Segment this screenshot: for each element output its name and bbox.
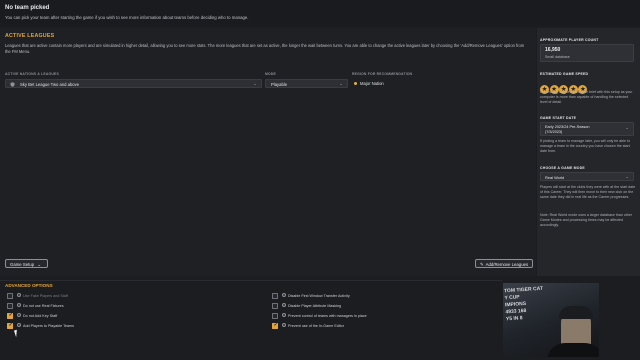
info-icon[interactable]: i — [17, 303, 21, 308]
mode-select-value: Playable — [271, 81, 288, 87]
option-label: Disable Player Attribute Masking — [288, 303, 342, 308]
game-mode-select[interactable]: Real World ⌄ — [540, 172, 634, 181]
start-date-line1: Early 2023/24 Pre-Season — [545, 124, 590, 129]
region-dot-icon — [354, 81, 357, 85]
start-date-title: GAME START DATE — [540, 116, 577, 120]
game-mode-value: Real World — [545, 174, 565, 180]
team-title: No team picked — [5, 5, 50, 11]
active-leagues-description: Leagues that are active contain more pla… — [5, 43, 525, 54]
option-label: Use Fake Players and Staff — [23, 293, 68, 298]
chevron-down-icon: ⌄ — [625, 174, 629, 179]
player-count-box: 16,950 Small database — [540, 44, 634, 62]
game-mode-description: Players will start at the clubs they wer… — [540, 185, 636, 199]
info-icon[interactable]: i — [282, 323, 286, 328]
option-label: Do not use Real Fixtures — [23, 303, 64, 308]
checkbox[interactable] — [7, 303, 13, 309]
checkbox[interactable] — [272, 303, 278, 309]
info-icon[interactable]: i — [282, 293, 286, 298]
active-leagues-title: ACTIVE LEAGUES — [5, 33, 55, 39]
team-subtitle: You can pick your team after starting th… — [5, 15, 249, 20]
col-region-header: REGION FOR RECOMMENDATION — [352, 72, 413, 76]
col-nations-header: ACTIVE NATIONS & LEAGUES — [5, 72, 59, 76]
webcam-poster-text: TOM TIGER CAT Y CUP IMPIONS 4933 168 Y5 … — [503, 285, 544, 323]
col-mode-header: MODE — [265, 72, 276, 76]
start-date-description: If picking a team to manage later, you w… — [540, 139, 631, 153]
info-icon[interactable]: i — [17, 323, 21, 328]
start-date-select[interactable]: Early 2023/24 Pre-Season (7/3/2023) ⌄ — [540, 122, 634, 136]
start-date-line2: (7/3/2023) — [545, 129, 563, 134]
streamer-cap — [559, 306, 593, 319]
webcam-overlay: TOM TIGER CAT Y CUP IMPIONS 4933 168 Y5 … — [503, 283, 599, 357]
leagues-panel — [0, 28, 536, 276]
chevron-down-icon: ⌄ — [339, 81, 343, 87]
option-label: Add Players to Playable Teams — [23, 323, 74, 328]
checkbox[interactable] — [7, 293, 13, 299]
add-remove-leagues-button[interactable]: ✎ Add/Remove Leagues — [475, 259, 534, 268]
shield-icon — [10, 82, 15, 87]
fm-new-game-setup: No team picked You can pick your team af… — [0, 0, 640, 360]
game-mode-title: CHOOSE A GAME MODE — [540, 166, 585, 170]
option-label: Prevent control of teams with managers i… — [288, 313, 367, 318]
chevron-down-icon: ⌄ — [253, 81, 257, 87]
game-mode-note: Note: Real World mode uses a larger data… — [540, 213, 633, 227]
checkbox[interactable] — [272, 322, 278, 329]
speed-title: ESTIMATED GAME SPEED — [540, 72, 589, 76]
mouse-cursor — [13, 329, 20, 338]
checkbox[interactable] — [272, 293, 278, 299]
edit-icon: ✎ — [480, 261, 484, 267]
mode-select[interactable]: Playable ⌄ — [265, 79, 348, 88]
info-icon[interactable]: i — [17, 313, 21, 318]
checkbox[interactable] — [272, 313, 278, 319]
checkbox[interactable] — [7, 322, 13, 329]
region-label: Major Nation — [360, 80, 384, 86]
game-setup-button[interactable]: Game Setup ⌄ — [5, 259, 48, 268]
add-remove-label: Add/Remove Leagues — [485, 261, 529, 267]
chevron-down-icon: ⌄ — [37, 261, 41, 267]
league-select-value: Sky Bet League Two and above — [20, 81, 80, 87]
option-label: Disable First Window Transfer Activity — [288, 293, 350, 298]
player-count-value: 16,950 — [545, 47, 561, 53]
info-icon[interactable]: i — [282, 303, 286, 308]
info-icon[interactable]: i — [17, 293, 21, 298]
option-label: Do not Add Key Staff — [23, 313, 58, 318]
option-label: Prevent use of the In-Game Editor — [288, 323, 344, 328]
chevron-down-icon: ⌄ — [625, 125, 629, 130]
player-count-title: APPROXIMATE PLAYER COUNT — [540, 38, 599, 42]
league-select[interactable]: Sky Bet League Two and above ⌄ — [5, 79, 262, 88]
info-icon[interactable]: i — [282, 313, 286, 318]
advanced-options-title: ADVANCED OPTIONS — [5, 283, 53, 288]
player-count-sub: Small database — [545, 55, 570, 59]
team-header: No team picked You can pick your team af… — [0, 0, 640, 26]
checkbox[interactable] — [7, 312, 13, 319]
game-setup-label: Game Setup — [10, 261, 35, 267]
divider — [0, 280, 502, 281]
league-row: Sky Bet League Two and above ⌄ Playable … — [5, 79, 533, 88]
region-value[interactable]: Major Nation — [354, 81, 384, 86]
streamer-shoulder — [547, 343, 599, 357]
speed-description: Processing leagues should be brief with … — [540, 90, 633, 104]
